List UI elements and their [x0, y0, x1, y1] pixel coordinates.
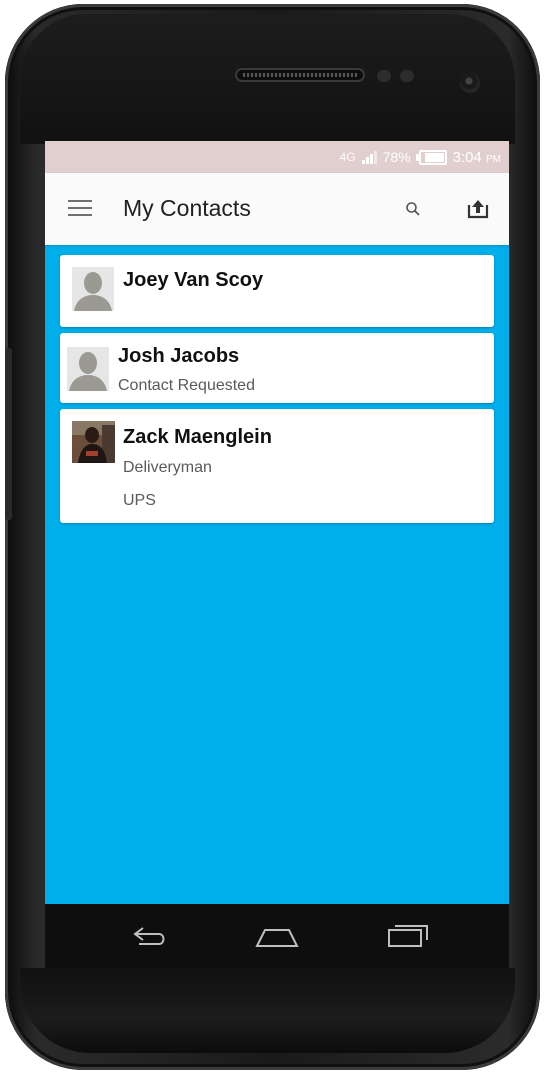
front-camera [460, 73, 480, 93]
phone-top-bezel [20, 14, 515, 144]
network-type: 4G [339, 150, 356, 164]
system-nav-bar [45, 904, 509, 968]
contact-card[interactable]: Zack Maenglein Deliveryman UPS [60, 409, 494, 523]
default-person-icon [67, 347, 109, 391]
contact-company: UPS [123, 492, 156, 509]
clock: 3:04 PM [453, 149, 501, 166]
hamburger-menu-icon[interactable] [68, 200, 92, 216]
app-bar: My Contacts [45, 173, 509, 245]
contact-title: Deliveryman [123, 459, 212, 476]
clock-time: 3:04 [452, 148, 482, 166]
phone-bottom-bezel [20, 968, 515, 1053]
proximity-sensor [377, 70, 391, 82]
page-title: My Contacts [123, 195, 251, 221]
recent-apps-icon[interactable] [383, 920, 431, 952]
home-icon[interactable] [253, 920, 301, 952]
contact-name: Josh Jacobs [118, 345, 240, 367]
contact-card[interactable]: Josh Jacobs Contact Requested [60, 333, 494, 403]
contact-list: Joey Van Scoy Josh Jacobs Contact Reques… [45, 245, 509, 523]
battery-percent: 78% [382, 149, 411, 165]
default-person-icon [72, 267, 114, 311]
volume-button [5, 348, 12, 520]
screen: 4G 78% 3:04 PM My Contacts Joey Van Scoy [45, 141, 509, 904]
contact-name: Joey Van Scoy [123, 269, 264, 291]
clock-suffix: PM [486, 153, 501, 165]
contact-name: Zack Maenglein [123, 426, 272, 448]
back-icon[interactable] [125, 920, 173, 952]
earpiece-speaker [235, 68, 365, 82]
light-sensor [400, 70, 414, 82]
search-icon[interactable] [405, 201, 421, 217]
battery-icon [415, 149, 447, 165]
contact-status: Contact Requested [118, 377, 255, 394]
person-photo [72, 421, 115, 463]
upload-icon[interactable] [466, 197, 490, 219]
signal-icon [361, 150, 377, 164]
status-bar: 4G 78% 3:04 PM [45, 141, 509, 173]
contact-card[interactable]: Joey Van Scoy [60, 255, 494, 327]
